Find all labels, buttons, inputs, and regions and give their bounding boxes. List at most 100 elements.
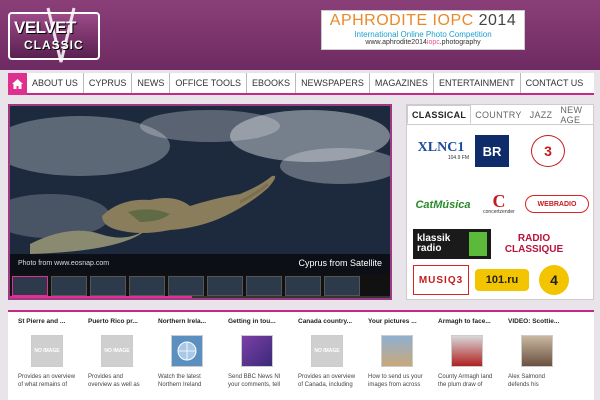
slide-progress-bar: [10, 296, 390, 298]
news-card-title[interactable]: Canada country...: [298, 318, 362, 325]
main-nav: ABOUT US CYPRUS NEWS OFFICE TOOLS EBOOKS…: [8, 73, 594, 95]
station-catmusica-name: CatMúsica: [415, 199, 471, 211]
ad-url: www.aphrodite2014iopc.photography: [365, 39, 481, 46]
news-card[interactable]: Your pictures ... How to send us your im…: [358, 312, 428, 400]
station-webradio[interactable]: WEBRADIO: [525, 195, 589, 213]
nav-home-button[interactable]: [8, 73, 27, 95]
news-card-text: Provides an overview of Canada, includin…: [298, 374, 356, 388]
klassik-radio-mark-icon: [469, 232, 487, 256]
bbc-radio3-numeral-icon: 3: [544, 143, 552, 159]
slide-thumb[interactable]: [90, 276, 126, 296]
news-card[interactable]: St Pierre and ... NO IMAGE Provides an o…: [8, 312, 78, 400]
nav-ebooks[interactable]: EBOOKS: [247, 73, 297, 93]
no-image-thumb: NO IMAGE: [101, 335, 133, 367]
slide-thumb[interactable]: [285, 276, 321, 296]
thumb-label: NO IMAGE: [104, 348, 130, 354]
station-musiq3[interactable]: MUSIQ3: [413, 265, 469, 295]
nav-cyprus[interactable]: CYPRUS: [84, 73, 133, 93]
news-card-title[interactable]: St Pierre and ...: [18, 318, 82, 325]
nav-contact-us[interactable]: CONTACT US: [521, 73, 589, 93]
news-thumb-image: [171, 335, 203, 367]
photo-credit: Photo from www.eosnap.com: [18, 260, 110, 267]
news-card-title[interactable]: Your pictures ...: [368, 318, 432, 325]
logo-word-classic: CLASSIC: [24, 38, 84, 52]
news-card-title[interactable]: Puerto Rico pr...: [88, 318, 152, 325]
nav-magazines[interactable]: MAGAZINES: [370, 73, 434, 93]
news-card-text: How to send us your images from across: [368, 374, 423, 388]
news-thumb-image: [451, 335, 483, 367]
globe-icon: [177, 341, 197, 361]
site-logo[interactable]: VELVET CLASSIC: [8, 6, 104, 64]
news-strip: St Pierre and ... NO IMAGE Provides an o…: [8, 310, 594, 400]
slide-thumbnails: [10, 274, 390, 298]
news-card-text: Provides an overview of what remains of: [18, 374, 76, 388]
news-card[interactable]: Puerto Rico pr... NO IMAGE Provides and …: [78, 312, 148, 400]
news-card-title[interactable]: Getting in tou...: [228, 318, 292, 325]
slide-title: Cyprus from Satellite: [298, 258, 382, 268]
news-card-text: Send BBC News NI your comments, tell: [228, 374, 281, 388]
slide-thumb[interactable]: [207, 276, 243, 296]
news-card[interactable]: Canada country... NO IMAGE Provides an o…: [288, 312, 358, 400]
news-card-title[interactable]: VIDEO: Scottie...: [508, 318, 572, 325]
nav-office-tools[interactable]: OFFICE TOOLS: [170, 73, 248, 93]
nav-about-us[interactable]: ABOUT US: [27, 73, 84, 93]
station-catmusica[interactable]: CatMúsica: [413, 195, 473, 215]
cyprus-satellite-image: [10, 106, 390, 254]
tab-classical[interactable]: CLASSICAL: [407, 105, 472, 124]
nav-news[interactable]: NEWS: [132, 73, 171, 93]
nav-newspapers[interactable]: NEWSPAPERS: [296, 73, 370, 93]
slide-thumb[interactable]: [324, 276, 360, 296]
slide-thumb[interactable]: [246, 276, 282, 296]
news-card[interactable]: Northern Irela... Watch the latest North…: [148, 312, 218, 400]
thumb-label: NO IMAGE: [34, 348, 60, 354]
station-concertzender[interactable]: C concertzender: [477, 189, 521, 219]
slide-thumb[interactable]: [51, 276, 87, 296]
station-br-name: BR: [482, 143, 502, 159]
station-101ru[interactable]: 101.ru: [475, 269, 529, 291]
slide-caption: Photo from www.eosnap.com Cyprus from Sa…: [10, 254, 390, 274]
tab-country[interactable]: COUNTRY: [471, 105, 525, 124]
tab-new-age[interactable]: NEW AGE: [556, 105, 593, 125]
thumb-label: NO IMAGE: [314, 348, 340, 354]
site-header: VELVET CLASSIC APHRODITE IOPC 2014 Inter…: [0, 0, 600, 70]
nav-entertainment[interactable]: ENTERTAINMENT: [434, 73, 521, 93]
station-radio-classique-name: RADIO CLASSIQUE: [504, 233, 564, 255]
home-icon: [12, 79, 23, 89]
news-thumb-image: [521, 335, 553, 367]
news-card-text: Alex Salmond defends his: [508, 374, 546, 388]
logo-word-velvet: VELVET: [14, 18, 76, 37]
news-card[interactable]: Getting in tou... Send BBC News NI your …: [218, 312, 288, 400]
news-card-text: County Armagh land the plum draw of: [438, 374, 493, 388]
slide-thumb[interactable]: [129, 276, 165, 296]
station-klassik-radio-name: klassik radio: [417, 233, 451, 254]
station-klassik-radio[interactable]: klassik radio: [413, 229, 491, 259]
featured-slider[interactable]: Photo from www.eosnap.com Cyprus from Sa…: [8, 104, 392, 300]
news-card[interactable]: Armagh to face... County Armagh land the…: [428, 312, 498, 400]
station-br-klassik[interactable]: BR: [475, 135, 509, 167]
concertzender-c-icon: C: [492, 191, 506, 211]
station-webradio-name: WEBRADIO: [537, 200, 577, 208]
news-card-text: Provides and overview as well as: [88, 374, 140, 388]
no-image-thumb: NO IMAGE: [311, 335, 343, 367]
station-101ru-name: 101.ru: [485, 274, 519, 286]
aphrodite-banner-ad[interactable]: APHRODITE IOPC 2014 International Online…: [321, 10, 525, 50]
news-card[interactable]: VIDEO: Scottie... Alex Salmond defends h…: [498, 312, 568, 400]
station-radio-classique[interactable]: RADIO CLASSIQUE: [499, 229, 569, 259]
news-thumb-image: [381, 335, 413, 367]
news-thumb-image: [241, 335, 273, 367]
news-card-text: Watch the latest Northern Ireland: [158, 374, 202, 388]
slide-thumb[interactable]: [12, 276, 48, 296]
radio-stations-panel: CLASSICAL COUNTRY JAZZ NEW AGE XLNC1 104…: [406, 104, 594, 300]
station-radio-4[interactable]: 4: [539, 265, 569, 295]
genre-tabs: CLASSICAL COUNTRY JAZZ NEW AGE: [407, 105, 593, 125]
station-xlnc1[interactable]: XLNC1 104.9 FM: [413, 137, 469, 165]
radio4-numeral-icon: 4: [550, 272, 558, 288]
station-logo-grid: XLNC1 104.9 FM BR 3 CatMúsica C concertz…: [407, 125, 595, 299]
station-musiq3-name: MUSIQ3: [418, 274, 464, 286]
news-card-title[interactable]: Northern Irela...: [158, 318, 222, 325]
slide-thumb[interactable]: [168, 276, 204, 296]
station-bbc-radio3[interactable]: 3: [531, 135, 565, 167]
tab-jazz[interactable]: JAZZ: [526, 105, 557, 124]
news-card-title[interactable]: Armagh to face...: [438, 318, 502, 325]
ad-title: APHRODITE IOPC 2014: [329, 12, 517, 29]
